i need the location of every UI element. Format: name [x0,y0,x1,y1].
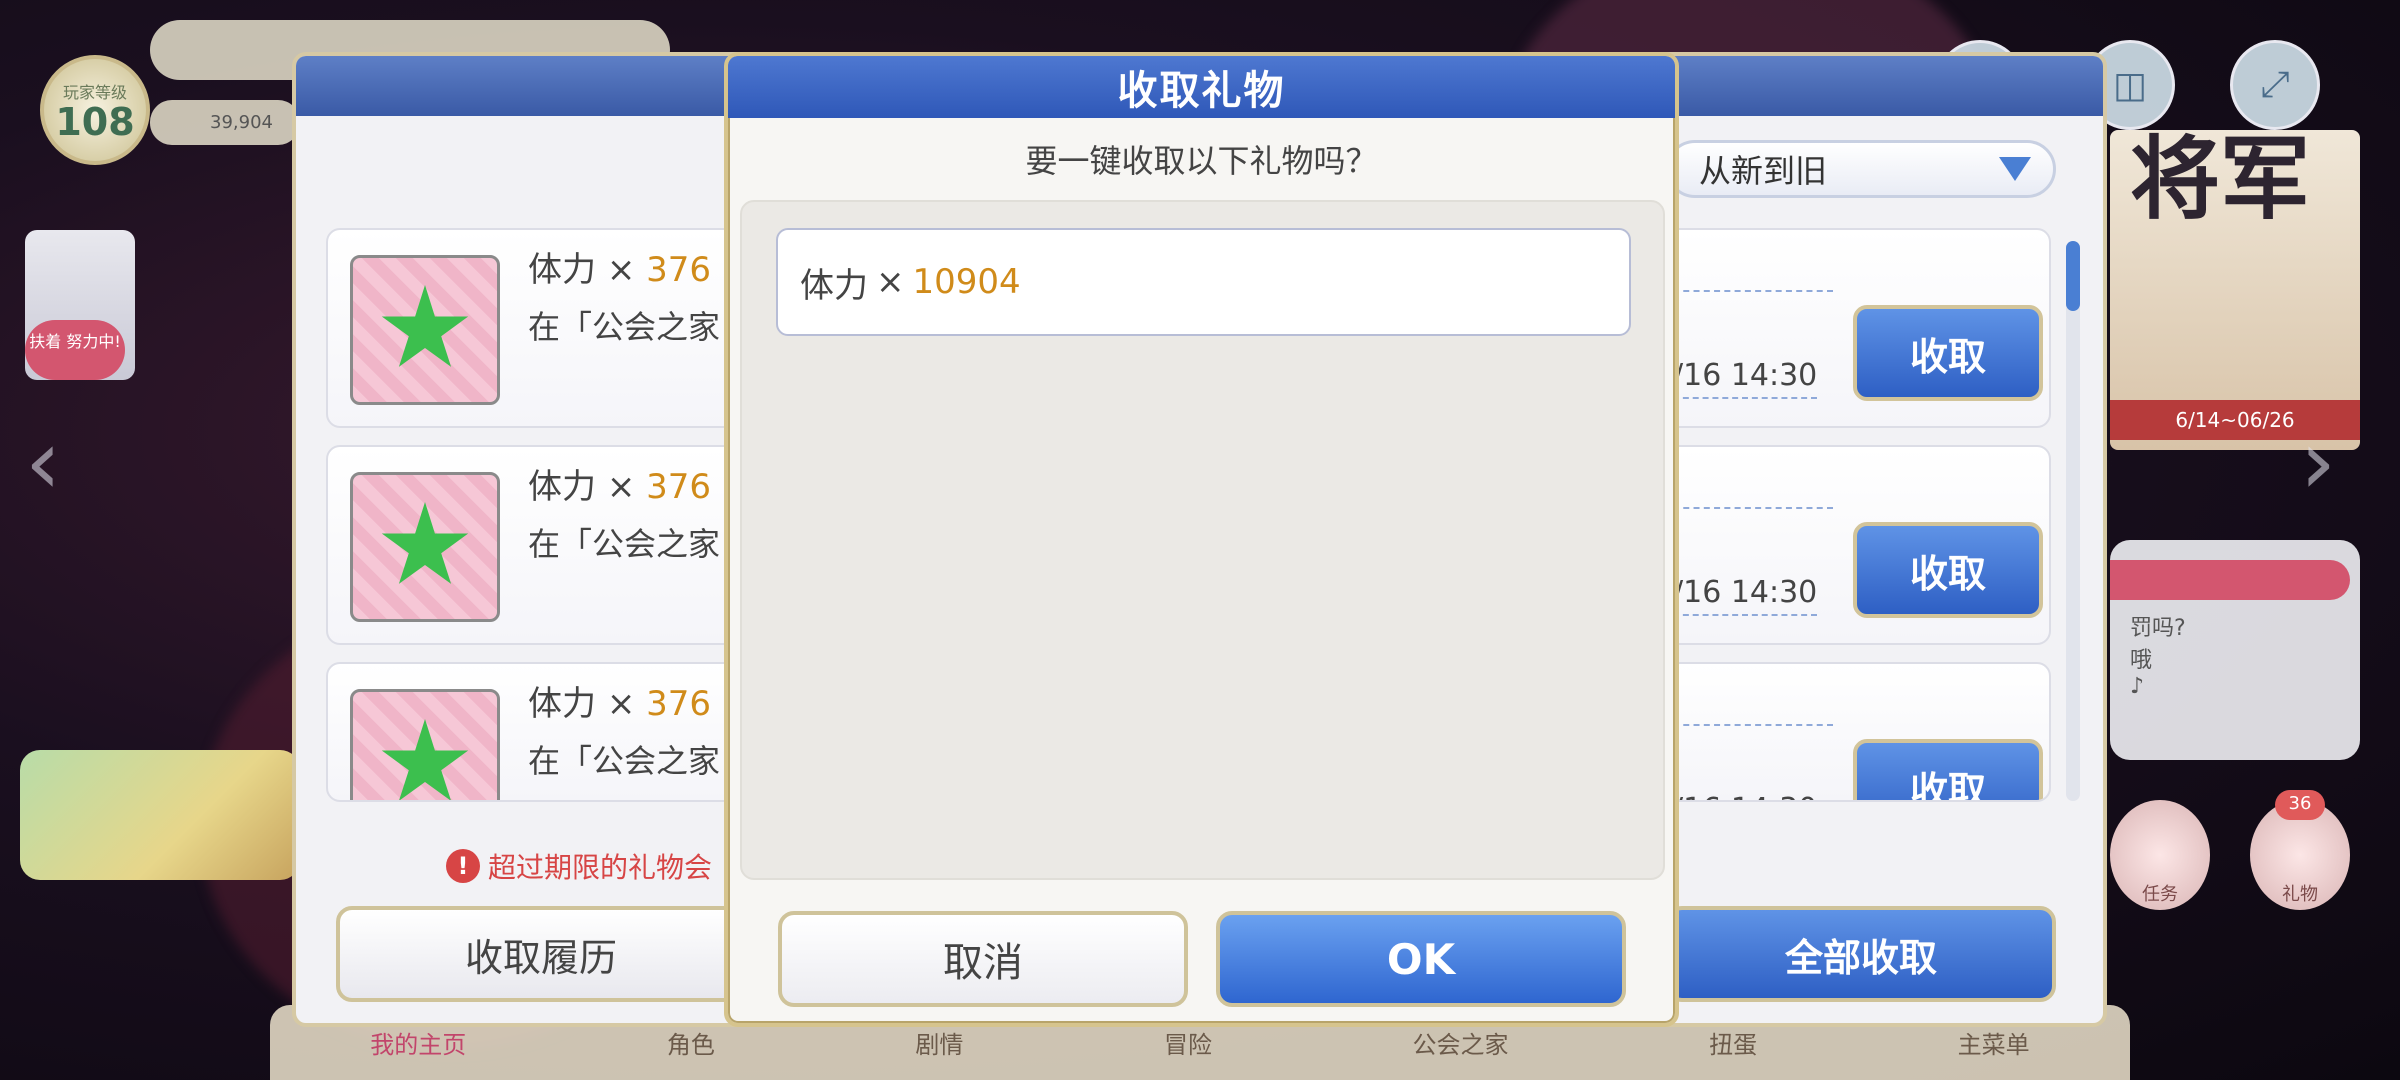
summary-times: × [876,262,905,302]
summary-qty: 10904 [912,262,1021,302]
claim-confirm-dialog: 收取礼物 要一键收取以下礼物吗？ 体力 × 10904 取消 OK [724,52,1679,1027]
dialog-title: 收取礼物 [728,56,1675,118]
cancel-button[interactable]: 取消 [778,911,1188,1007]
dialog-body: 体力 × 10904 [740,200,1665,880]
ok-button[interactable]: OK [1216,911,1626,1007]
dialog-question: 要一键收取以下礼物吗？ [1025,142,1378,180]
gift-summary-item: 体力 × 10904 [776,228,1631,336]
summary-name: 体力 [800,265,868,306]
